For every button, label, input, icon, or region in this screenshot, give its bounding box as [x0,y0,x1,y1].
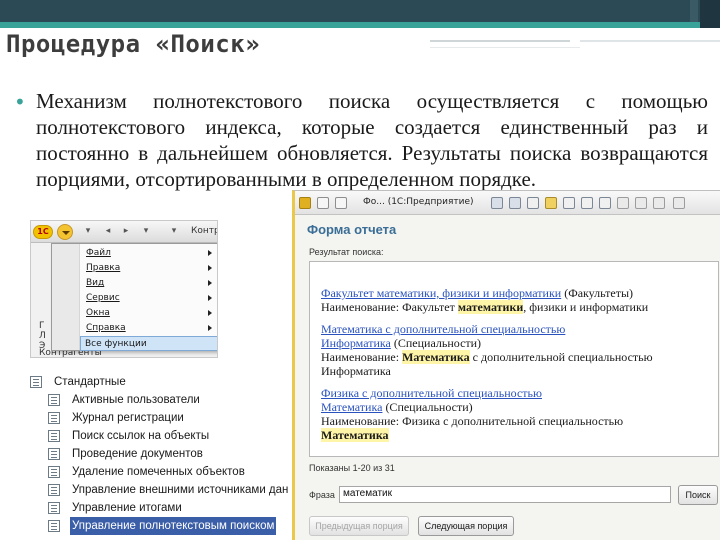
window-titlebar: Фо... (1С:Предприятие) [295,191,720,215]
result-line: Информатика (Специальности) [321,336,482,350]
search-results-panel: Факультет математики, физики и информати… [309,261,719,457]
help-icon[interactable] [617,197,629,209]
submenu-arrow-icon [208,280,212,286]
forward-icon[interactable] [335,197,347,209]
result-line: Математика [321,428,389,442]
app-icon [299,197,311,209]
list-icon [48,412,60,424]
result-line: Математика с дополнительной специальност… [321,322,565,336]
title-rule-lower [430,47,580,48]
app-toolbar: 1С ▾ ◂ ▸ ▾ ▾ Контр [31,221,218,243]
menu-screenshot: 1С ▾ ◂ ▸ ▾ ▾ Контр Г Л Э Контрагенты Фай… [30,220,218,358]
result-line: Наименование: Факультет математики, физи… [321,300,649,314]
list-icon [48,430,60,442]
result-line: Наименование: Математика с дополнительно… [321,350,653,364]
submenu-arrow-icon [208,250,212,256]
report-form-window: Фо... (1С:Предприятие) Форма отчета Резу… [292,190,720,540]
phrase-input[interactable]: математик [339,486,671,503]
result-line: Факультет математики, физики и информати… [321,286,634,300]
list-icon [30,376,42,388]
shown-count: Показаны 1-20 из 31 [309,463,395,473]
list-icon [48,466,60,478]
result-label: Результат поиска: [309,247,384,257]
save-icon[interactable] [509,197,521,209]
next-portion-button[interactable]: Следующая порция [418,516,514,536]
minimize-icon[interactable] [635,197,647,209]
main-menu-button[interactable] [57,224,73,240]
submenu-arrow-icon [208,295,212,301]
top-teal-stripe [0,22,700,28]
top-dark-block [690,0,698,22]
phrase-label: Фраза [309,490,335,500]
result-line: Математика (Специальности) [321,400,473,414]
submenu-arrow-icon [208,325,212,331]
list-icon [48,394,60,406]
submenu-arrow-icon [208,310,212,316]
background-letters: Г Л Э [39,321,46,351]
calculator-icon[interactable] [563,197,575,209]
chevron-down-icon[interactable]: ▾ [83,226,93,236]
previous-portion-button[interactable]: Предыдущая порция [309,516,409,536]
list-icon [48,520,60,532]
submenu-arrow-icon [208,265,212,271]
menu-item-edit[interactable]: Правка [82,261,217,276]
back-arrow-icon[interactable]: ◂ [103,226,113,236]
slide-title: Процедура «Поиск» [6,30,261,58]
close-icon[interactable] [673,197,685,209]
menu-item-service[interactable]: Сервис [82,291,217,306]
toolbar-truncated-label: Контр [191,226,218,236]
maximize-icon[interactable] [653,197,665,209]
dropdown-arrow-icon[interactable]: ▾ [169,226,179,236]
result-link[interactable]: Физика с дополнительной специальностью [321,386,542,400]
result-line: Информатика [321,364,391,378]
result-line: Физика с дополнительной специальностью [321,386,542,400]
window-title: Фо... (1С:Предприятие) [363,197,474,207]
list-icon [48,502,60,514]
print-icon[interactable] [491,197,503,209]
menu-item-file[interactable]: Файл [82,246,217,261]
functions-tree: Стандартные Активные пользователи Журнал… [0,368,292,540]
search-button[interactable]: Поиск [678,485,718,505]
menu-item-windows[interactable]: Окна [82,306,217,321]
main-menu-dropdown: Файл Правка Вид Сервис Окна Справка Все … [51,243,217,351]
bullet-marker: • [14,90,26,114]
title-rule-right [580,40,720,42]
document-icon[interactable] [527,197,539,209]
result-line: Наименование: Физика с дополнительной сп… [321,414,624,428]
dropdown-arrow-icon[interactable]: ▾ [141,226,151,236]
top-dark-corner [700,0,720,28]
forward-arrow-icon[interactable]: ▸ [121,226,131,236]
search-highlight: математики [457,300,524,314]
search-highlight: Математика [402,350,470,364]
menu-item-view[interactable]: Вид [82,276,217,291]
list-icon [48,484,60,496]
star-icon[interactable] [545,197,557,209]
menu-item-all-functions[interactable]: Все функции [80,336,217,351]
result-link[interactable]: Математика [321,400,382,414]
top-decor-band [0,0,720,28]
result-link[interactable]: Информатика [321,336,391,350]
title-rule [430,40,570,42]
result-link[interactable]: Факультет математики, физики и информати… [321,286,561,300]
menu-item-help[interactable]: Справка [82,321,217,336]
calendar-icon[interactable] [581,197,593,209]
form-heading: Форма отчета [307,222,397,237]
back-icon[interactable] [317,197,329,209]
1c-logo-icon: 1С [33,225,53,239]
zoom-icon[interactable] [599,197,611,209]
menu-icon-strip [52,244,80,350]
search-highlight: Математика [321,428,389,442]
slide-body-text: Механизм полнотекстового поиска осуществ… [36,89,708,191]
result-link[interactable]: Математика с дополнительной специальност… [321,322,565,336]
list-icon [48,448,60,460]
